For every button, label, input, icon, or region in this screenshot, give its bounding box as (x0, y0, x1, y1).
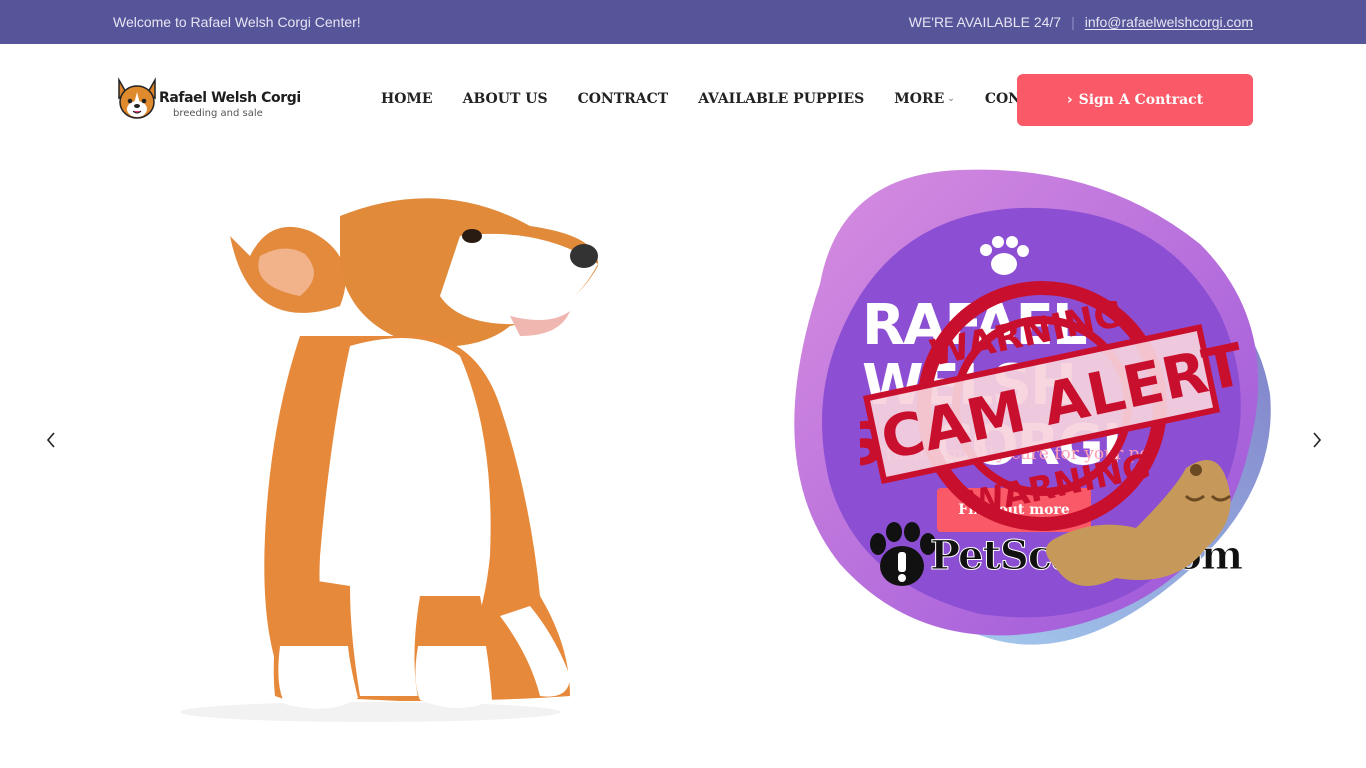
welcome-text: Welcome to Rafael Welsh Corgi Center! (113, 14, 361, 30)
main-nav: HOME ABOUT US CONTRACT AVAILABLE PUPPIES… (381, 91, 1063, 107)
separator: | (1071, 14, 1075, 30)
chevron-left-icon (46, 432, 55, 448)
cartoon-dog-icon (1046, 460, 1231, 586)
availability-text: WE'RE AVAILABLE 24/7 (908, 14, 1062, 30)
site-header: Rafael Welsh Corgi breeding and sale HOM… (0, 44, 1366, 156)
logo-tagline: breeding and sale (173, 108, 263, 119)
hero-title-line1: RAFAEL WELSH (862, 293, 1088, 418)
site-logo[interactable]: Rafael Welsh Corgi breeding and sale (113, 76, 301, 124)
chevron-right-icon: › (1066, 92, 1073, 108)
slider-next-button[interactable] (1305, 424, 1329, 456)
top-bar-contact: WE'RE AVAILABLE 24/7 | info@rafaelwelshc… (909, 14, 1253, 30)
chevron-down-icon: ⌄ (947, 94, 955, 104)
petscams-watermark: PetScams.com (868, 460, 1244, 608)
nav-item-about-us[interactable]: ABOUT US (463, 91, 548, 107)
sign-contract-label: Sign A Contract (1078, 92, 1204, 108)
logo-name: Rafael Welsh Corgi (159, 90, 301, 106)
warning-paw-icon (870, 522, 936, 586)
nav-item-more[interactable]: MORE ⌄ (894, 91, 955, 107)
corgi-puppy-image (180, 198, 599, 722)
chevron-right-icon (1313, 432, 1322, 448)
corgi-logo-icon (118, 77, 156, 119)
top-bar: Welcome to Rafael Welsh Corgi Center! WE… (0, 0, 1366, 44)
nav-item-more-label: MORE (894, 91, 945, 107)
sign-contract-button[interactable]: › Sign A Contract (1017, 74, 1253, 126)
email-link[interactable]: info@rafaelwelshcorgi.com (1085, 14, 1253, 30)
nav-item-home[interactable]: HOME (381, 91, 433, 107)
hero-slider: RAFAEL WELSH CORGI Trusted quality care … (0, 156, 1366, 768)
slider-prev-button[interactable] (39, 424, 63, 456)
nav-item-contract[interactable]: CONTRACT (578, 91, 669, 107)
nav-item-available-puppies[interactable]: AVAILABLE PUPPIES (698, 91, 864, 107)
